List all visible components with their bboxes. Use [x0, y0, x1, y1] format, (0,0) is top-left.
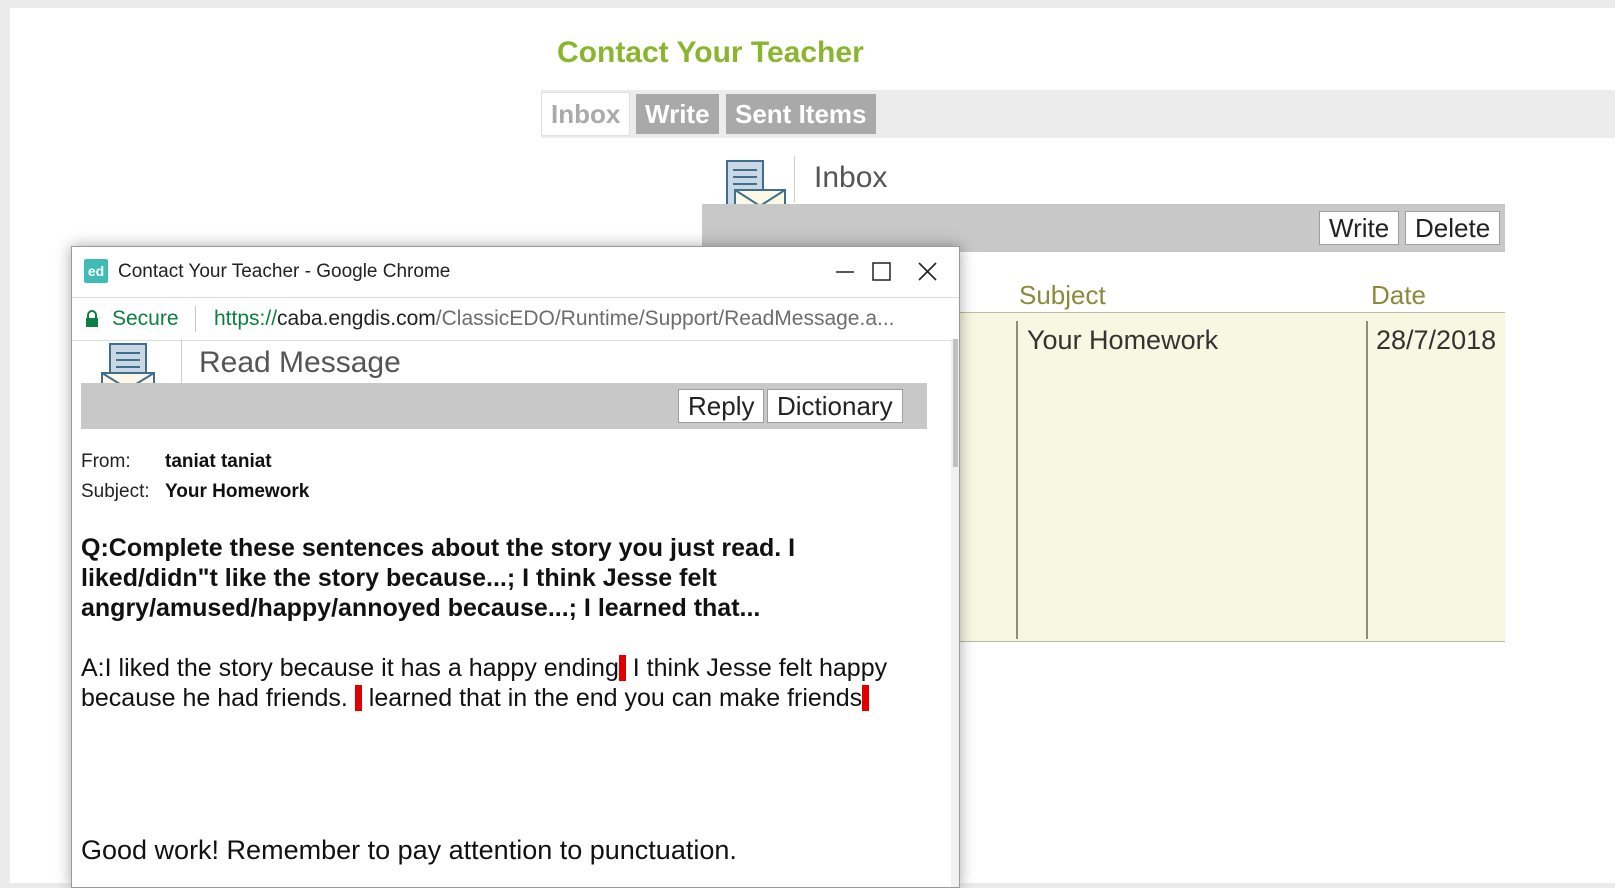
window-titlebar[interactable]: ed Contact Your Teacher - Google Chrome — [72, 247, 959, 297]
column-divider — [1366, 321, 1368, 639]
column-header-subject[interactable]: Subject — [1019, 280, 1106, 311]
message-date-cell[interactable]: 28/7/2018 — [1376, 325, 1496, 356]
from-value: taniat taniat — [165, 451, 272, 472]
message-content: Read Message Reply Dictionary From: tani… — [72, 339, 959, 887]
address-separator — [195, 306, 196, 332]
read-message-toolbar: Reply Dictionary — [81, 383, 927, 429]
tab-write[interactable]: Write — [636, 94, 719, 134]
column-divider — [1016, 321, 1018, 639]
reply-button[interactable]: Reply — [678, 389, 765, 423]
inbox-heading: Inbox — [814, 161, 888, 194]
read-message-heading: Read Message — [199, 346, 401, 379]
minimize-icon[interactable] — [825, 253, 865, 291]
inbox-toolbar: Write Delete — [702, 204, 1505, 252]
write-button[interactable]: Write — [1319, 211, 1400, 245]
answer-text: A:I liked the story because it has a hap… — [81, 653, 941, 713]
question-text: Q:Complete these sentences about the sto… — [81, 534, 796, 622]
secure-label: Secure — [112, 307, 179, 330]
maximize-icon[interactable] — [861, 253, 901, 291]
column-header-date[interactable]: Date — [1371, 280, 1426, 311]
url-scheme: https:// — [214, 307, 278, 330]
url-host: caba.engdis.com — [277, 307, 436, 330]
inbox-divider — [794, 156, 795, 202]
from-label: From: — [81, 451, 131, 472]
lock-icon — [84, 310, 100, 333]
subject-value: Your Homework — [165, 481, 310, 502]
app-logo-icon: ed — [84, 259, 108, 283]
error-mark — [862, 685, 870, 711]
teacher-feedback: Good work! Remember to pay attention to … — [81, 835, 737, 865]
read-message-divider — [181, 339, 182, 383]
scrollbar-thumb[interactable] — [953, 339, 958, 467]
address-bar[interactable]: Secure https://caba.engdis.com/ClassicED… — [72, 297, 959, 341]
subject-label: Subject: — [81, 481, 150, 502]
page-title: Contact Your Teacher — [557, 36, 864, 69]
tab-bar: Inbox Write Sent Items — [541, 90, 1615, 138]
answer-part: learned that in the end you can make fri… — [361, 684, 863, 712]
window-title: Contact Your Teacher - Google Chrome — [118, 261, 451, 282]
error-mark — [618, 655, 626, 681]
dictionary-button[interactable]: Dictionary — [767, 389, 903, 423]
url-path: /ClassicEDO/Runtime/Support/ReadMessage.… — [435, 307, 895, 330]
error-mark — [354, 685, 362, 711]
close-icon[interactable] — [908, 253, 948, 291]
scrollbar[interactable] — [951, 339, 959, 887]
answer-part: A:I liked the story because it has a hap… — [81, 654, 619, 682]
message-subject-cell[interactable]: Your Homework — [1027, 325, 1218, 356]
delete-button[interactable]: Delete — [1405, 211, 1501, 245]
tab-inbox[interactable]: Inbox — [541, 92, 631, 136]
url-text[interactable]: https://caba.engdis.com/ClassicEDO/Runti… — [214, 307, 895, 331]
tab-sent-items[interactable]: Sent Items — [726, 94, 876, 134]
read-message-window: ed Contact Your Teacher - Google Chrome … — [71, 246, 960, 888]
